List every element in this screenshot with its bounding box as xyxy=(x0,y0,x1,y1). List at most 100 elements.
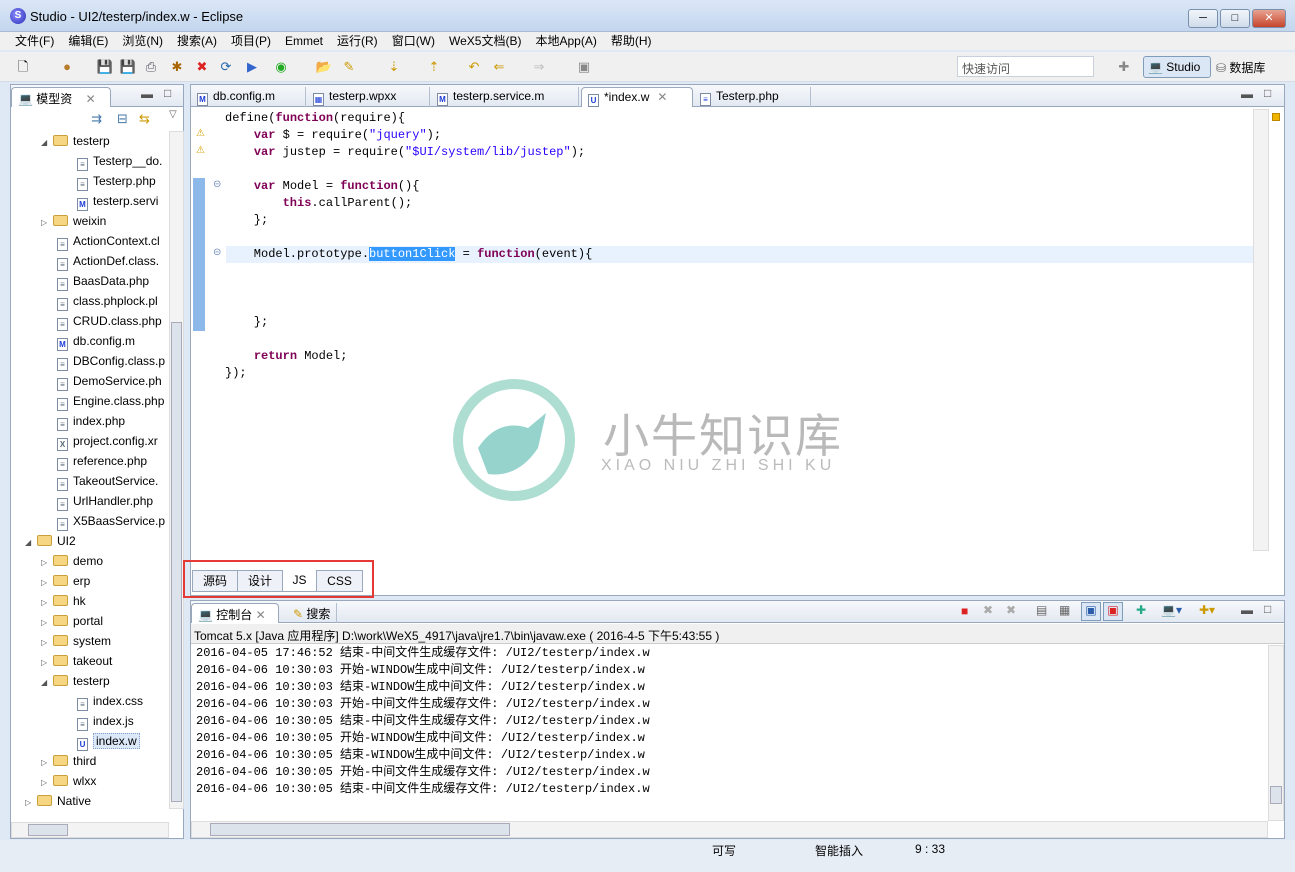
tree-item[interactable]: ≡ UrlHandler.php xyxy=(41,491,153,511)
tomcat-stop-icon[interactable]: ✖ xyxy=(193,58,211,76)
tab-editor[interactable]: Mdb.config.m xyxy=(191,87,306,107)
tree-item[interactable]: ≡ CRUD.class.php xyxy=(41,311,162,331)
collapsed-arrow-icon[interactable]: ▷ xyxy=(41,213,53,233)
code-line[interactable]: var Model = function(){ xyxy=(225,178,420,195)
terminate-icon[interactable]: ■ xyxy=(961,604,968,618)
remove-all-icon[interactable]: ✖ xyxy=(1006,603,1016,617)
collapsed-arrow-icon[interactable]: ▷ xyxy=(41,773,53,793)
expanded-arrow-icon[interactable]: ◢ xyxy=(25,533,37,553)
show-stdout-icon[interactable]: ▣ xyxy=(1081,602,1101,621)
tree-item[interactable]: ≡ index.php xyxy=(41,411,125,431)
tab-console[interactable]: 💻 控制台 ✕ xyxy=(191,603,279,623)
tree-item[interactable]: ≡ ActionDef.class. xyxy=(41,251,159,271)
code-line[interactable]: }); xyxy=(225,365,247,382)
tree-item[interactable]: ▷ Native xyxy=(25,791,91,811)
maximize-icon[interactable]: □ xyxy=(1264,602,1271,616)
tab-editor[interactable]: U *index.w ✕ xyxy=(581,87,693,107)
tree-item[interactable]: ▷ wlxx xyxy=(41,771,96,791)
remove-launch-icon[interactable]: ✖ xyxy=(983,603,993,617)
collapsed-arrow-icon[interactable]: ▷ xyxy=(41,753,53,773)
menu-item[interactable]: 搜索(A) xyxy=(170,33,224,49)
sync-icon[interactable]: ⇆ xyxy=(139,111,150,127)
collapsed-arrow-icon[interactable]: ▷ xyxy=(41,593,53,613)
tree-item[interactable]: Mtesterp.servi xyxy=(61,191,158,211)
tree-item[interactable]: ▷ third xyxy=(41,751,96,771)
prev-annotation-icon[interactable]: ⇡ xyxy=(425,58,443,76)
last-edit-icon[interactable]: ↶ xyxy=(465,58,483,76)
collapse-all-icon[interactable]: ⊟ xyxy=(117,111,128,127)
save-all-icon[interactable]: 💾 xyxy=(119,58,137,76)
menu-item[interactable]: WeX5文档(B) xyxy=(442,33,528,49)
scroll-thumb[interactable] xyxy=(171,322,182,802)
code-line[interactable]: this.callParent(); xyxy=(225,195,413,212)
tree-item[interactable]: ≡ reference.php xyxy=(41,451,147,471)
tree-item[interactable]: ≡ Testerp__do. xyxy=(61,151,162,171)
edit-icon[interactable]: ✎ xyxy=(340,58,358,76)
pin-console-icon[interactable]: ✚ xyxy=(1136,603,1146,617)
tree-item[interactable]: ▷ system xyxy=(41,631,111,651)
code-line[interactable]: define(function(require){ xyxy=(225,110,405,127)
new-icon[interactable]: 🗋 xyxy=(14,58,32,76)
perspective-studio[interactable]: 💻 Studio xyxy=(1143,56,1211,78)
minimize-icon[interactable]: ▬ xyxy=(1241,87,1253,101)
scroll-lock-icon[interactable]: ▦ xyxy=(1059,603,1070,617)
save-icon[interactable]: 💾 xyxy=(96,58,114,76)
code-line[interactable]: }; xyxy=(225,314,268,331)
run-icon[interactable]: ▶ xyxy=(243,58,261,76)
maximize-icon[interactable]: □ xyxy=(164,86,171,100)
tree-item[interactable]: ▷ weixin xyxy=(41,211,106,231)
tab-editor[interactable]: Mtesterp.service.m xyxy=(431,87,579,107)
tree-item[interactable]: ≡ Testerp.php xyxy=(61,171,156,191)
tree-horizontal-scrollbar[interactable] xyxy=(11,822,169,838)
open-console-icon[interactable]: ✚▾ xyxy=(1199,603,1215,617)
tree-item[interactable]: ≡ index.js xyxy=(61,711,134,731)
forward-icon[interactable]: ⇒ xyxy=(530,58,548,76)
console-vertical-scrollbar[interactable] xyxy=(1268,645,1284,821)
tree-item[interactable]: ≡ BaasData.php xyxy=(41,271,149,291)
close-icon[interactable]: ✕ xyxy=(256,608,266,622)
tab-search[interactable]: ✎ 搜索 xyxy=(287,603,338,623)
tree-item[interactable]: ◢ testerp xyxy=(41,131,110,151)
print-icon[interactable]: ⎙ xyxy=(142,58,160,76)
tree-item[interactable]: ◢ UI2 xyxy=(25,531,76,551)
link-editor-icon[interactable]: ⇉ xyxy=(91,111,102,127)
maximize-button[interactable]: □ xyxy=(1220,9,1250,28)
fold-icon[interactable]: ⊝ xyxy=(213,247,221,258)
editor-vertical-scrollbar[interactable] xyxy=(1253,109,1269,551)
close-icon[interactable]: ✕ xyxy=(86,92,96,106)
tree-item[interactable]: ≡ X5BaasService.p xyxy=(41,511,165,531)
scroll-thumb[interactable] xyxy=(210,823,510,836)
expanded-arrow-icon[interactable]: ◢ xyxy=(41,133,53,153)
quick-access-input[interactable]: 快速访问 xyxy=(957,56,1094,77)
close-icon[interactable]: ✕ xyxy=(657,90,667,104)
menu-item[interactable]: 本地App(A) xyxy=(528,33,603,49)
tree-item[interactable]: ≡ class.phplock.pl xyxy=(41,291,158,311)
tree-item[interactable]: ≡ Engine.class.php xyxy=(41,391,164,411)
tree-item[interactable]: ≡ TakeoutService. xyxy=(41,471,158,491)
menu-item[interactable]: Emmet xyxy=(278,33,330,49)
display-console-icon[interactable]: 💻▾ xyxy=(1161,603,1182,617)
clear-console-icon[interactable]: ▤ xyxy=(1036,603,1047,617)
show-stderr-icon[interactable]: ▣ xyxy=(1103,602,1123,621)
tree-item[interactable]: ▷ portal xyxy=(41,611,103,631)
scroll-thumb[interactable] xyxy=(1270,786,1282,804)
tree-item[interactable]: Uindex.w xyxy=(61,731,140,751)
menu-item[interactable]: 窗口(W) xyxy=(385,33,442,49)
fold-icon[interactable]: ⊝ xyxy=(213,179,221,190)
open-folder-icon[interactable]: 📂 xyxy=(315,58,333,76)
tree-item[interactable]: ▷ takeout xyxy=(41,651,112,671)
tree-item[interactable]: ≡ ActionContext.cl xyxy=(41,231,160,251)
tree-item[interactable]: ≡ index.css xyxy=(61,691,143,711)
tab-model-explorer[interactable]: 💻 模型资 ✕ xyxy=(11,87,111,107)
menu-item[interactable]: 帮助(H) xyxy=(604,33,659,49)
new-project-icon[interactable]: ● xyxy=(58,58,76,76)
tree-vertical-scrollbar[interactable] xyxy=(169,131,184,809)
tree-item[interactable]: ≡ DemoService.ph xyxy=(41,371,162,391)
menu-item[interactable]: 项目(P) xyxy=(224,33,278,49)
tab-editor[interactable]: ▦ testerp.wpxx xyxy=(307,87,430,107)
tree-item[interactable]: ≡ DBConfig.class.p xyxy=(41,351,165,371)
debug-icon[interactable]: ◉ xyxy=(272,58,290,76)
maximize-icon[interactable]: □ xyxy=(1264,86,1271,100)
tree-item[interactable]: ▷ erp xyxy=(41,571,90,591)
tree-item[interactable]: ◢ testerp xyxy=(41,671,110,691)
